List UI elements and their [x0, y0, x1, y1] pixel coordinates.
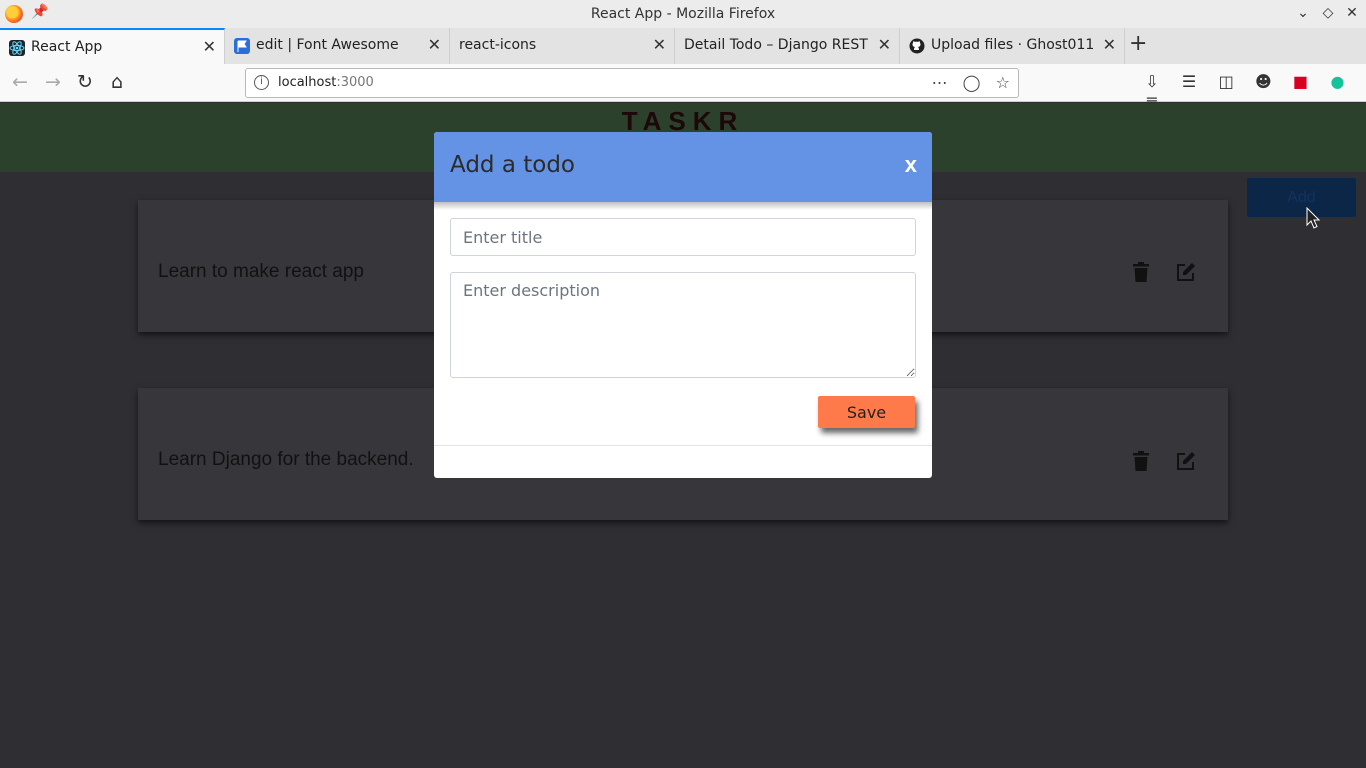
window-close-icon[interactable]: ✕ — [1343, 5, 1361, 21]
navigation-toolbar: ← → ↻ ⌂ i localhost:3000 ⋯ ◯ ☆ ⇩ ☰ ◫ ☻ ■… — [0, 64, 1366, 110]
add-todo-button[interactable]: Add — [1247, 178, 1356, 217]
modal-close-button[interactable]: x — [905, 152, 917, 178]
tab-font-awesome[interactable]: edit | Font Awesome ✕ — [225, 28, 450, 64]
library-icon[interactable]: ☰ — [1173, 72, 1205, 91]
minimize-icon[interactable]: ⌄ — [1294, 5, 1312, 21]
window-titlebar: 📌 React App - Mozilla Firefox ⌄ ◇ ✕ — [0, 0, 1366, 28]
trash-icon[interactable] — [1132, 262, 1150, 282]
url-actions: ⋯ ◯ ☆ — [922, 73, 1010, 92]
trash-icon[interactable] — [1132, 451, 1150, 471]
maximize-icon[interactable]: ◇ — [1319, 5, 1337, 21]
tab-close-icon[interactable]: ✕ — [1103, 35, 1116, 54]
url-bar[interactable]: i localhost:3000 ⋯ ◯ ☆ — [245, 68, 1019, 98]
tab-close-icon[interactable]: ✕ — [878, 35, 891, 54]
add-todo-modal: Add a todo x Save — [434, 132, 932, 478]
tab-detail-todo[interactable]: Detail Todo – Django REST fram ✕ — [675, 28, 900, 64]
window-title: React App - Mozilla Firefox — [590, 6, 776, 22]
tab-react-icons[interactable]: react-icons ✕ — [450, 28, 675, 64]
tab-close-icon[interactable]: ✕ — [653, 35, 666, 54]
back-arrow-icon[interactable]: ← — [7, 71, 33, 93]
reload-icon[interactable]: ↻ — [72, 71, 98, 93]
modal-header: Add a todo x — [434, 132, 932, 202]
tab-label: edit | Font Awesome — [256, 37, 399, 53]
edit-icon[interactable] — [1176, 262, 1196, 282]
tab-label: React App — [31, 39, 103, 55]
title-input[interactable] — [450, 218, 916, 256]
tab-close-icon[interactable]: ✕ — [203, 37, 216, 56]
sidebar-icon[interactable]: ◫ — [1210, 72, 1242, 91]
url-text[interactable]: localhost:3000 — [278, 75, 374, 90]
todo-title: Learn Django for the backend. — [158, 449, 414, 470]
tab-label: Detail Todo – Django REST fram — [684, 37, 872, 53]
modal-footer-divider — [434, 445, 932, 446]
url-host: localhost — [278, 75, 337, 90]
bookmark-star-icon[interactable]: ☆ — [996, 73, 1010, 92]
download-icon[interactable]: ⇩ — [1136, 72, 1168, 91]
tab-strip: React App ✕ edit | Font Awesome ✕ react-… — [0, 28, 1366, 64]
grammarly-icon[interactable]: ● — [1321, 72, 1353, 91]
extension-red-icon[interactable]: ■ — [1284, 72, 1316, 91]
tab-label: react-icons — [459, 37, 537, 53]
tab-label: Upload files · Ghost011/TA — [931, 37, 1093, 53]
more-options-icon[interactable]: ⋯ — [932, 73, 948, 92]
info-icon[interactable]: i — [254, 75, 269, 90]
home-icon[interactable]: ⌂ — [104, 71, 130, 93]
account-icon[interactable]: ☻ — [1247, 72, 1279, 91]
react-icon — [9, 40, 25, 56]
plus-icon[interactable]: + — [1129, 31, 1147, 56]
mouse-cursor-icon — [1306, 206, 1321, 229]
pocket-icon[interactable]: ◯ — [963, 73, 981, 92]
flag-icon — [234, 38, 250, 54]
tab-upload-files[interactable]: Upload files · Ghost011/TA ✕ — [900, 28, 1125, 64]
tab-close-icon[interactable]: ✕ — [428, 35, 441, 54]
url-port: :3000 — [336, 75, 374, 90]
tab-react-app[interactable]: React App ✕ — [0, 28, 225, 64]
forward-arrow-icon[interactable]: → — [40, 71, 66, 93]
edit-icon[interactable] — [1176, 451, 1196, 471]
modal-header-shadow — [434, 202, 932, 210]
github-icon — [909, 38, 925, 54]
description-textarea[interactable] — [450, 272, 916, 378]
todo-title: Learn to make react app — [158, 261, 364, 282]
save-button[interactable]: Save — [818, 396, 915, 428]
modal-title: Add a todo — [450, 152, 576, 178]
